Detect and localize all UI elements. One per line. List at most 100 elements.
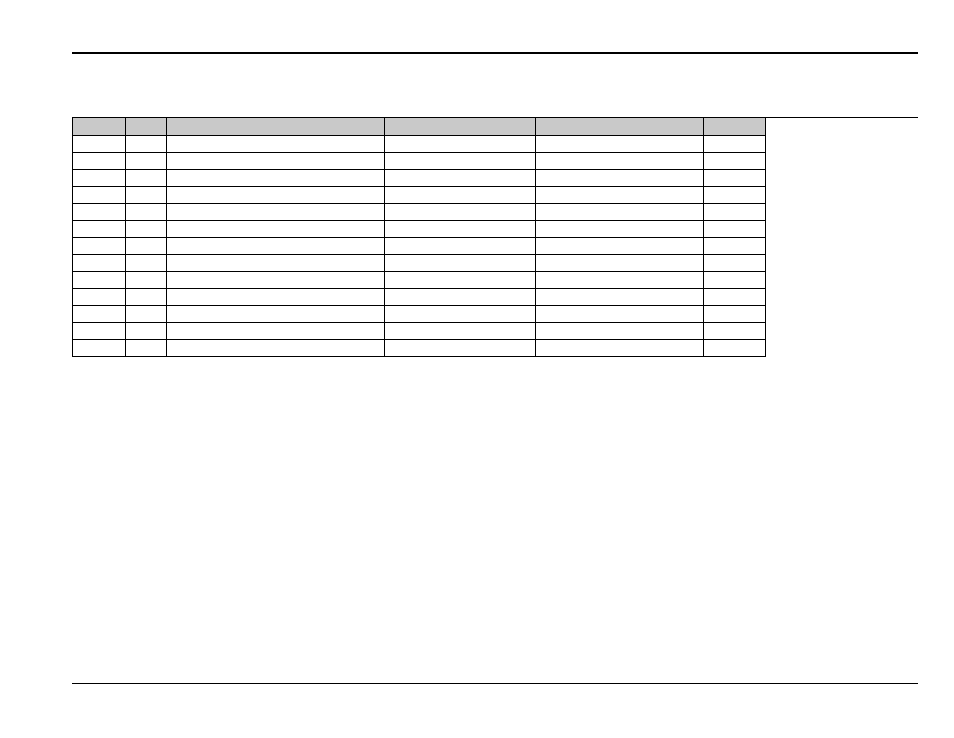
table-cell: [126, 255, 167, 272]
table-cell: [385, 170, 536, 187]
table-cell: [126, 170, 167, 187]
table-cell: [73, 187, 126, 204]
table-cell: [704, 187, 766, 204]
table-cell: [385, 289, 536, 306]
table-cell: [536, 289, 704, 306]
table-row: [73, 255, 766, 272]
table-cell: [704, 170, 766, 187]
table-cell: [73, 221, 126, 238]
table-cell: [167, 323, 385, 340]
table-row: [73, 204, 766, 221]
table-cell: [126, 153, 167, 170]
table-cell: [385, 255, 536, 272]
table-cell: [126, 340, 167, 357]
table-cell: [385, 340, 536, 357]
table-cell: [704, 323, 766, 340]
table-cell: [385, 272, 536, 289]
footer-rule: [72, 683, 918, 684]
table-row: [73, 153, 766, 170]
table-cell: [73, 136, 126, 153]
table-cell: [126, 136, 167, 153]
table-header-cell: [536, 118, 704, 136]
table-cell: [704, 136, 766, 153]
table-row: [73, 170, 766, 187]
table-cell: [536, 255, 704, 272]
table-cell: [704, 221, 766, 238]
table-row: [73, 323, 766, 340]
table-cell: [536, 170, 704, 187]
table-header-cell: [385, 118, 536, 136]
table-cell: [73, 323, 126, 340]
table-cell: [167, 204, 385, 221]
table-cell: [167, 289, 385, 306]
table-cell: [385, 136, 536, 153]
table-row: [73, 272, 766, 289]
table-cell: [704, 238, 766, 255]
table-cell: [126, 272, 167, 289]
table-cell: [126, 221, 167, 238]
table-cell: [704, 289, 766, 306]
table-header-cell: [167, 118, 385, 136]
table-cell: [536, 306, 704, 323]
table-cell: [73, 289, 126, 306]
table-cell: [167, 272, 385, 289]
table-row: [73, 136, 766, 153]
table-row: [73, 289, 766, 306]
table-cell: [167, 340, 385, 357]
table-cell: [704, 340, 766, 357]
table-row: [73, 306, 766, 323]
table-row: [73, 238, 766, 255]
table-cell: [167, 238, 385, 255]
table-cell: [126, 238, 167, 255]
table-header-cell: [126, 118, 167, 136]
table-cell: [385, 323, 536, 340]
table-cell: [536, 153, 704, 170]
table-cell: [536, 340, 704, 357]
table-header-row: [73, 118, 766, 136]
table-cell: [126, 306, 167, 323]
table-cell: [167, 221, 385, 238]
table-cell: [536, 136, 704, 153]
table-cell: [385, 204, 536, 221]
table-cell: [385, 187, 536, 204]
table-cell: [704, 306, 766, 323]
table-cell: [704, 272, 766, 289]
table-cell: [167, 136, 385, 153]
table-cell: [73, 306, 126, 323]
table-cell: [536, 323, 704, 340]
table-cell: [167, 255, 385, 272]
table-cell: [73, 272, 126, 289]
table-cell: [385, 306, 536, 323]
table-cell: [385, 221, 536, 238]
table-cell: [536, 187, 704, 204]
table-cell: [167, 153, 385, 170]
table-container: [72, 117, 765, 357]
table-cell: [73, 153, 126, 170]
table-cell: [704, 153, 766, 170]
table-cell: [536, 204, 704, 221]
table-cell: [73, 170, 126, 187]
table-cell: [73, 204, 126, 221]
table-row: [73, 187, 766, 204]
header-rule: [72, 52, 918, 54]
table-cell: [385, 238, 536, 255]
table-row: [73, 221, 766, 238]
table-cell: [73, 255, 126, 272]
table-cell: [126, 323, 167, 340]
table-row: [73, 340, 766, 357]
table-cell: [73, 238, 126, 255]
table-body: [73, 136, 766, 357]
table-header-cell: [704, 118, 766, 136]
data-table: [72, 117, 766, 357]
table-cell: [126, 289, 167, 306]
table-cell: [126, 204, 167, 221]
table-cell: [536, 272, 704, 289]
table-cell: [167, 306, 385, 323]
table-cell: [73, 340, 126, 357]
table-cell: [704, 204, 766, 221]
table-header-cell: [73, 118, 126, 136]
table-cell: [385, 153, 536, 170]
table-cell: [126, 187, 167, 204]
table-cell: [167, 187, 385, 204]
table-cell: [167, 170, 385, 187]
